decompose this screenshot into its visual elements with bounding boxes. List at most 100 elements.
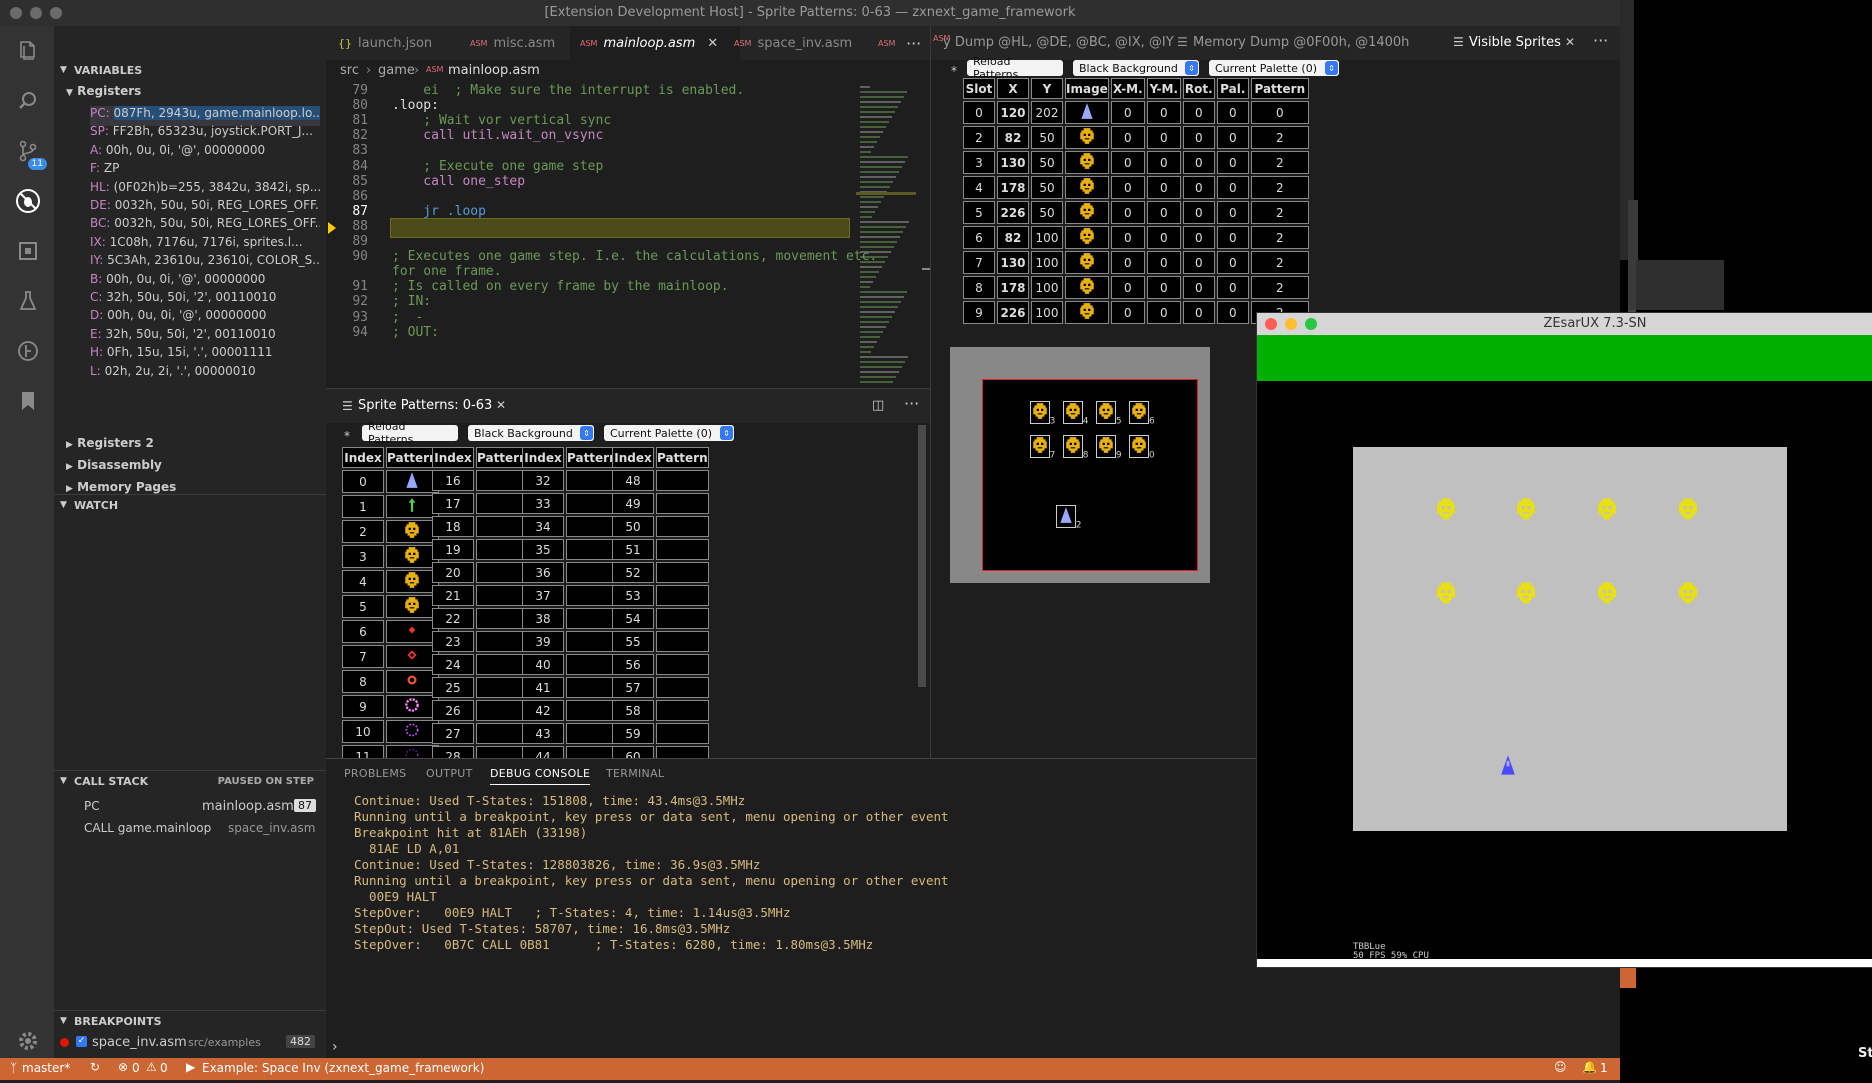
registers2-node[interactable]: ▶ Registers 2 <box>66 436 154 450</box>
register-row[interactable]: D: 00h, 0u, 0i, '@', 00000000 <box>90 308 320 328</box>
breadcrumb-item[interactable]: game <box>378 63 415 78</box>
preview-invader-sprite[interactable]: 8 <box>1062 435 1088 460</box>
preview-invader-sprite[interactable]: 3 <box>1029 400 1055 426</box>
close-icon[interactable]: ✕ <box>707 36 718 51</box>
tab-output[interactable]: OUTPUT <box>426 767 473 780</box>
table-row[interactable]: 16 <box>432 470 529 491</box>
table-row[interactable]: 55 <box>612 631 709 652</box>
table-row[interactable]: 53 <box>612 585 709 606</box>
register-row[interactable]: B: 00h, 0u, 0i, '@', 00000000 <box>90 272 320 292</box>
tab-sprite-patterns[interactable]: Sprite Patterns: 0-63 <box>358 398 492 413</box>
zx-paper[interactable] <box>1353 447 1787 831</box>
reload-patterns-button[interactable]: Reload Patterns <box>967 55 1063 81</box>
table-row[interactable]: 19 <box>432 539 529 560</box>
feedback-smiley-icon[interactable]: ☺ <box>1554 1060 1567 1074</box>
register-row[interactable]: SP: FF2Bh, 65323u, joystick.PORT_J... <box>90 124 320 144</box>
register-row[interactable]: A: 00h, 0u, 0i, '@', 00000000 <box>90 143 320 163</box>
scrollbar-thumb[interactable] <box>922 268 930 270</box>
more-actions-icon[interactable]: ··· <box>1593 31 1608 50</box>
close-icon[interactable]: ✕ <box>1565 35 1575 49</box>
table-row[interactable]: 42 <box>522 700 619 721</box>
preview-invader-sprite[interactable]: 5 <box>1095 400 1122 426</box>
callstack-section-header[interactable]: ▼ CALL STACK PAUSED ON STEP <box>54 770 326 791</box>
table-row[interactable]: 0 <box>342 470 439 493</box>
scrollbar-thumb[interactable] <box>918 425 926 687</box>
table-row[interactable]: 3 <box>342 545 439 568</box>
table-row[interactable]: 26 <box>432 700 529 721</box>
table-row[interactable]: 37 <box>522 585 619 606</box>
table-row[interactable]: 1 <box>342 495 439 518</box>
reload-patterns-button[interactable]: Reload Patterns <box>362 420 458 446</box>
register-row[interactable]: F: ZP <box>90 161 320 181</box>
table-row[interactable]: 7 <box>342 645 439 668</box>
debug-icon[interactable] <box>13 186 43 216</box>
table-row[interactable]: 33 <box>522 493 619 514</box>
explorer-icon[interactable] <box>13 36 43 66</box>
table-row[interactable]: 5 226 50 0 0 0 0 2 <box>963 201 1309 224</box>
table-row[interactable]: 56 <box>612 654 709 675</box>
table-row[interactable]: 51 <box>612 539 709 560</box>
close-window-icon[interactable] <box>1265 318 1277 330</box>
extensions-icon[interactable] <box>13 236 43 266</box>
tab-terminal[interactable]: TERMINAL <box>606 767 664 780</box>
code-editor[interactable]: 79 ei ; Make sure the interrupt is enabl… <box>326 82 930 388</box>
register-row[interactable]: H: 0Fh, 15u, 15i, '.', 00001111 <box>90 345 320 365</box>
status-branch[interactable]: master* <box>22 1061 70 1075</box>
table-row[interactable]: 57 <box>612 677 709 698</box>
table-row[interactable]: 8 <box>342 670 439 693</box>
table-row[interactable]: 25 <box>432 677 529 698</box>
minimap[interactable] <box>856 82 916 388</box>
callstack-item-pc[interactable]: PC mainloop.asm 87 <box>54 796 326 818</box>
preview-invader-sprite[interactable]: 0 <box>1128 435 1155 460</box>
status-launch-config[interactable]: Example: Space Inv (zxnext_game_framewor… <box>202 1061 484 1075</box>
table-row[interactable]: 5 <box>342 595 439 618</box>
disassembly-node[interactable]: ▶ Disassembly <box>66 458 162 472</box>
callstack-item-caller[interactable]: CALL game.mainloop space_inv.asm <box>54 818 326 840</box>
register-row[interactable]: IX: 1C08h, 7176u, 7176i, sprites.l... <box>90 235 320 255</box>
bell-icon[interactable]: 🔔 <box>1582 1060 1597 1074</box>
breakpoints-section-header[interactable]: ▼ BREAKPOINTS <box>54 1010 326 1031</box>
table-row[interactable]: 34 <box>522 516 619 537</box>
table-row[interactable]: 22 <box>432 608 529 629</box>
table-row[interactable]: 23 <box>432 631 529 652</box>
table-row[interactable]: 58 <box>612 700 709 721</box>
palette-select[interactable]: Current Palette (0) ⇕ <box>604 425 734 441</box>
table-row[interactable]: 4 178 50 0 0 0 0 2 <box>963 176 1309 199</box>
table-row[interactable]: 3 130 50 0 0 0 0 2 <box>963 151 1309 174</box>
maximize-window-icon[interactable] <box>1305 318 1317 330</box>
tab-problems[interactable]: PROBLEMS <box>344 767 406 780</box>
table-row[interactable]: 50 <box>612 516 709 537</box>
table-row[interactable]: 2 82 50 0 0 0 0 2 <box>963 126 1309 149</box>
register-row[interactable]: DE: 0032h, 50u, 50i, REG_LORES_OFF... <box>90 198 320 218</box>
tab-registers-dump[interactable]: y Dump @HL, @DE, @BC, @IX, @IY <box>943 35 1174 50</box>
table-row[interactable]: 59 <box>612 723 709 744</box>
table-row[interactable]: 48 <box>612 470 709 491</box>
gear-icon[interactable] <box>13 1026 43 1056</box>
tab-launch-json[interactable]: {} launch.json <box>338 26 432 60</box>
table-row[interactable]: 21 <box>432 585 529 606</box>
register-row[interactable]: L: 02h, 2u, 2i, '.', 00000010 <box>90 364 320 384</box>
table-row[interactable]: 43 <box>522 723 619 744</box>
table-row[interactable]: 49 <box>612 493 709 514</box>
tab-visible-sprites[interactable]: Visible Sprites <box>1469 35 1561 50</box>
preview-invader-sprite[interactable]: 6 <box>1128 400 1155 426</box>
table-row[interactable]: 36 <box>522 562 619 583</box>
register-row[interactable]: HL: (0F02h)b=255, 3842u, 3842i, sp... <box>90 180 320 200</box>
breadcrumb-item[interactable]: mainloop.asm <box>448 63 540 78</box>
table-row[interactable]: 0 120 202 0 0 0 0 0 <box>963 101 1309 124</box>
table-row[interactable]: 4 <box>342 570 439 593</box>
table-row[interactable]: 9 <box>342 695 439 718</box>
background-select[interactable]: Black Background ⇕ <box>1073 60 1199 76</box>
table-row[interactable]: 54 <box>612 608 709 629</box>
palette-select[interactable]: Current Palette (0) ⇕ <box>1209 60 1339 76</box>
table-row[interactable]: 18 <box>432 516 529 537</box>
table-row[interactable]: 17 <box>432 493 529 514</box>
tab-space-inv-asm[interactable]: ASM space_inv.asm <box>734 26 852 60</box>
table-row[interactable]: 24 <box>432 654 529 675</box>
table-row[interactable]: 40 <box>522 654 619 675</box>
more-actions-icon[interactable]: ··· <box>904 394 919 413</box>
breakpoint-item[interactable]: ✓ space_inv.asm src/examples 482 <box>54 1032 326 1054</box>
sync-icon[interactable]: ↻ <box>90 1060 100 1074</box>
breadcrumb-item[interactable]: src <box>340 63 359 78</box>
preview-invader-sprite[interactable]: 9 <box>1095 435 1122 460</box>
